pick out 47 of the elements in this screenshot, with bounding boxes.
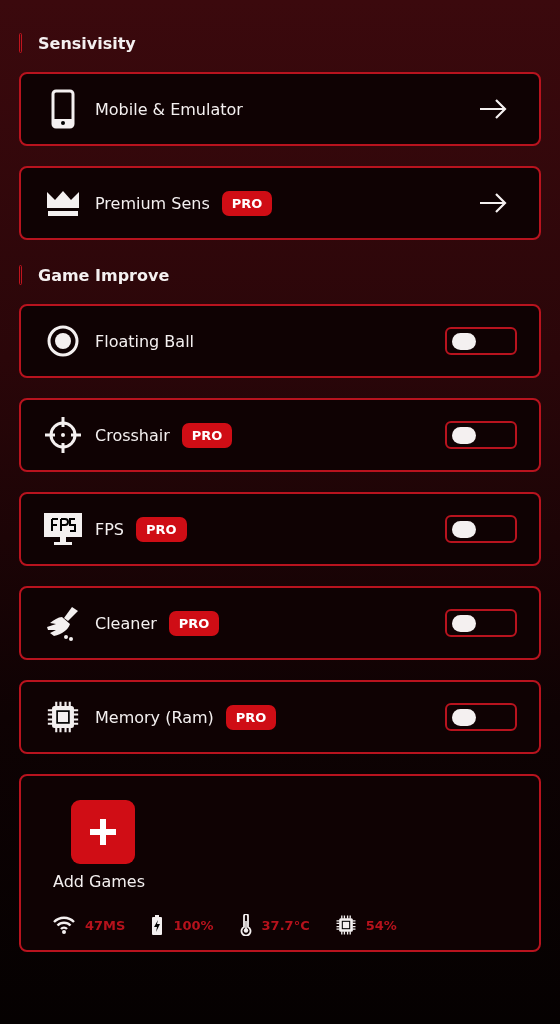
thermometer-icon (239, 914, 252, 936)
setting-label: FPS (95, 519, 124, 539)
chip-icon (335, 915, 356, 935)
arrow-right-icon[interactable] (479, 193, 507, 213)
stat-value: 37.7°C (261, 917, 310, 933)
add-games-label: Add Games (53, 872, 146, 891)
phone-icon (51, 89, 75, 129)
pro-badge: PRO (221, 190, 273, 216)
stat-value: 47MS (85, 917, 126, 933)
setting-card[interactable]: Mobile & Emulator (19, 72, 541, 146)
toggle-switch[interactable] (445, 327, 517, 355)
add-game-button[interactable] (71, 800, 135, 864)
setting-label: Crosshair (95, 425, 170, 445)
pro-badge: PRO (181, 422, 233, 448)
pro-badge: PRO (136, 516, 187, 542)
radio-icon (47, 325, 79, 357)
chip-icon (47, 701, 79, 733)
arrow-right-icon[interactable] (479, 99, 507, 119)
crosshair-icon (44, 416, 82, 454)
plus-icon (88, 817, 118, 847)
setting-card[interactable]: FPS PRO (19, 492, 541, 566)
monitor-icon (44, 513, 82, 545)
toggle-switch[interactable] (445, 609, 517, 637)
crown-icon (46, 190, 80, 216)
setting-label: Floating Ball (95, 331, 194, 351)
stat-value: 54% (365, 917, 397, 933)
section-marker (19, 265, 22, 285)
battery-icon (151, 915, 164, 935)
toggle-switch[interactable] (445, 515, 517, 543)
setting-card[interactable]: Memory (Ram) PRO (19, 680, 541, 754)
pro-badge: PRO (225, 704, 277, 730)
setting-card[interactable]: Cleaner PRO (19, 586, 541, 660)
wifi-icon (53, 916, 75, 934)
setting-label: Memory (Ram) (95, 707, 214, 727)
section-title: Sensivisity (38, 33, 136, 53)
setting-label: Mobile & Emulator (95, 99, 243, 119)
toggle-switch[interactable] (445, 703, 517, 731)
section-title: Game Improve (38, 265, 170, 285)
setting-label: Premium Sens (95, 193, 210, 213)
section-marker (19, 33, 22, 53)
stat-value: 100% (173, 917, 214, 933)
toggle-switch[interactable] (445, 421, 517, 449)
pro-badge: PRO (168, 610, 220, 636)
setting-label: Cleaner (95, 613, 157, 633)
setting-card[interactable]: Crosshair PRO (19, 398, 541, 472)
setting-card[interactable]: Floating Ball (19, 304, 541, 378)
setting-card[interactable]: Premium Sens PRO (19, 166, 541, 240)
